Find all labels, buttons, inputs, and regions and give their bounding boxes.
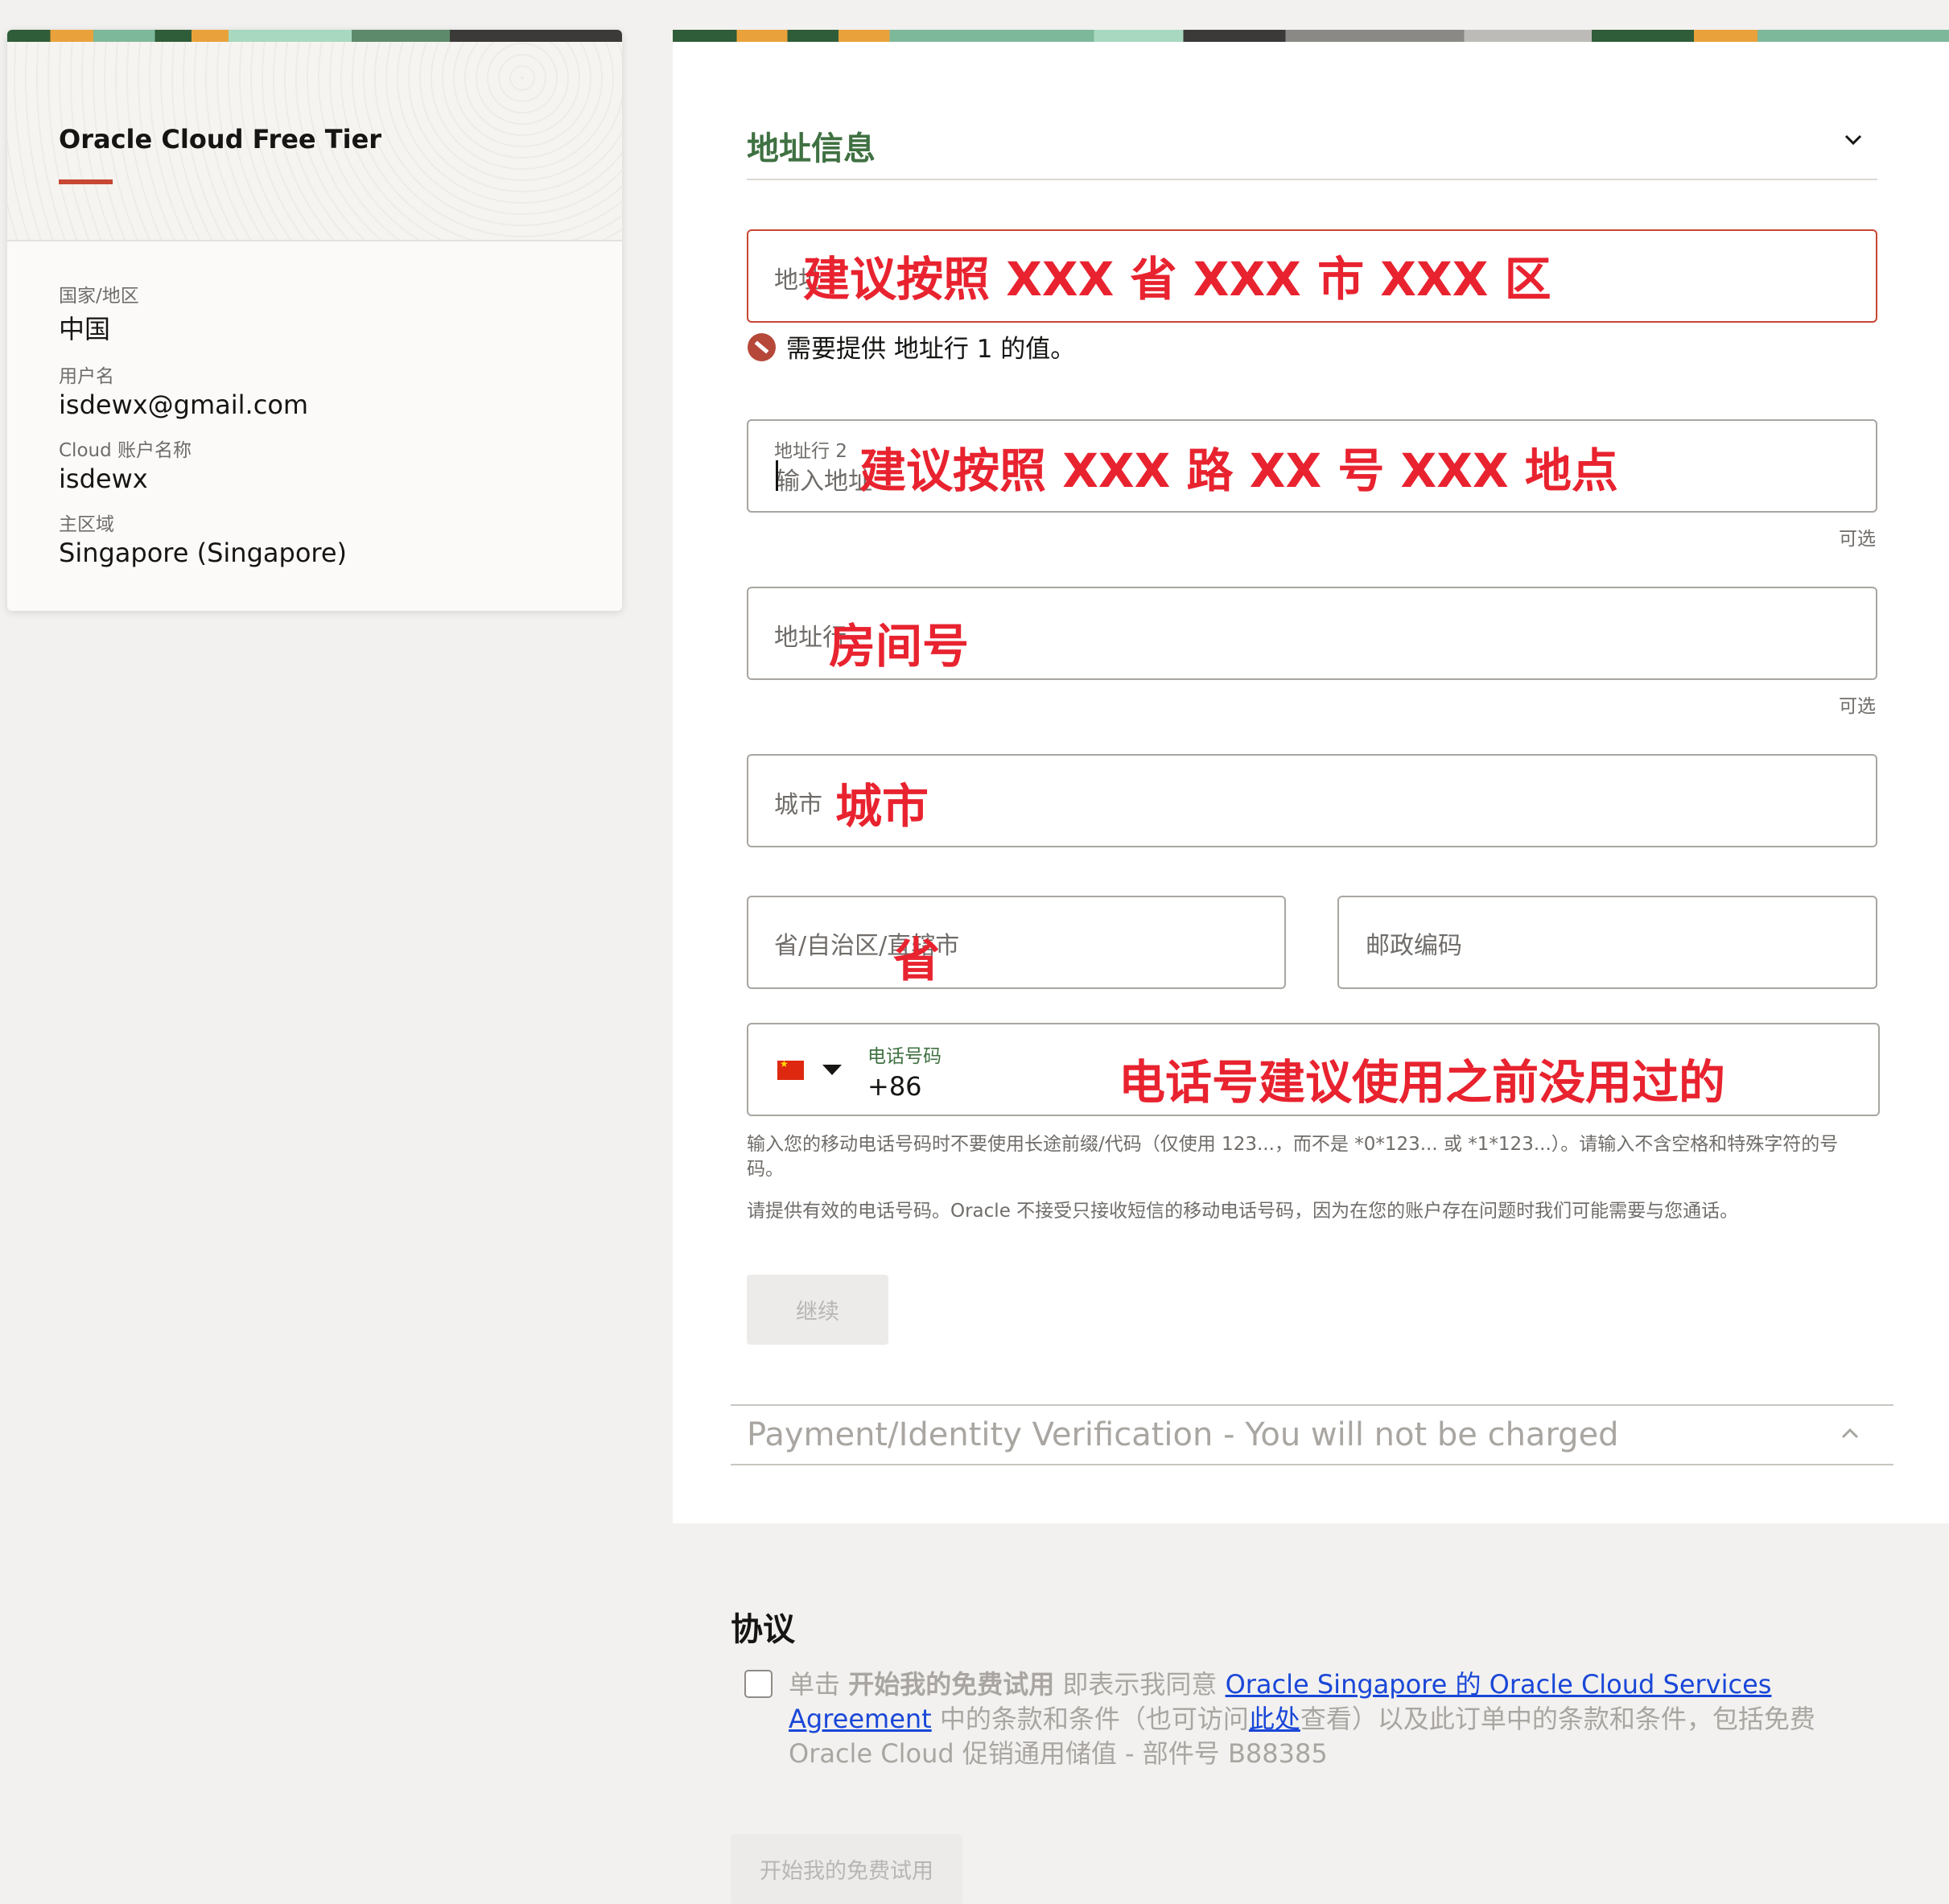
address-line-2-annotation: 建议按照 XXX 路 XX 号 XXX 地点 bbox=[859, 443, 1618, 498]
text-cursor bbox=[776, 460, 778, 491]
phone-label: 电话号码 bbox=[867, 1046, 942, 1067]
decorative-stripe bbox=[673, 30, 1949, 42]
home-region-value: Singapore (Singapore) bbox=[59, 538, 348, 568]
phone-help-text-2: 请提供有效的电话号码。Oracle 不接受只接收短信的移动电话号码，因为在您的账… bbox=[747, 1201, 1739, 1222]
address-line-2-label: 地址行 2 bbox=[774, 441, 847, 462]
home-region-label: 主区域 bbox=[59, 514, 114, 535]
payment-section-title[interactable]: Payment/Identity Verification - You will… bbox=[747, 1416, 1619, 1453]
province-annotation: 省 bbox=[893, 933, 941, 987]
username-label: 用户名 bbox=[59, 366, 114, 387]
address-line-1-error: 需要提供 地址行 1 的值。 bbox=[786, 335, 1076, 364]
section-divider bbox=[747, 179, 1877, 180]
payment-divider-bottom bbox=[731, 1464, 1893, 1465]
phone-help-text-1: 输入您的移动电话号码时不要使用长途前缀/代码（仅使用 123...，而不是 *0… bbox=[747, 1134, 1839, 1180]
city-label: 城市 bbox=[774, 791, 822, 819]
error-icon bbox=[748, 333, 776, 361]
chevron-down-icon[interactable] bbox=[1843, 129, 1864, 150]
title-accent-bar bbox=[59, 179, 113, 184]
postal-code-label: 邮政编码 bbox=[1366, 932, 1462, 960]
continue-button[interactable]: 继续 bbox=[747, 1275, 888, 1345]
here-link[interactable]: 此处 bbox=[1249, 1704, 1300, 1734]
decorative-stripe bbox=[7, 30, 622, 42]
address-line-3-annotation: 房间号 bbox=[829, 619, 970, 674]
agreement-text-bold: 开始我的免费试用 bbox=[848, 1669, 1055, 1700]
chevron-up-icon[interactable] bbox=[1840, 1423, 1860, 1449]
city-annotation: 城市 bbox=[835, 779, 929, 834]
agreement-text: 单击 开始我的免费试用 即表示我同意 Oracle Singapore 的 Or… bbox=[789, 1667, 1879, 1771]
agreement-text-part-3: 中的条款和条件（也可访问 bbox=[931, 1704, 1249, 1734]
username-value: isdewx@gmail.com bbox=[59, 389, 309, 420]
payment-divider-top bbox=[731, 1404, 1893, 1406]
country-value: 中国 bbox=[59, 314, 111, 344]
agreement-text-part-1: 单击 bbox=[789, 1669, 849, 1700]
caret-down-icon[interactable] bbox=[822, 1065, 842, 1075]
cloud-account-label: Cloud 账户名称 bbox=[59, 440, 192, 461]
agreement-checkbox[interactable] bbox=[744, 1670, 773, 1698]
summary-header: Oracle Cloud Free Tier bbox=[7, 30, 622, 241]
country-label: 国家/地区 bbox=[59, 286, 139, 307]
address-line-3-optional: 可选 bbox=[1839, 696, 1876, 717]
start-free-trial-button[interactable]: 开始我的免费试用 bbox=[731, 1834, 962, 1904]
agreement-text-part-2: 即表示我同意 bbox=[1054, 1669, 1226, 1700]
cloud-account-value: isdewx bbox=[59, 464, 148, 494]
phone-country-code: +86 bbox=[867, 1071, 922, 1102]
agreement-title: 协议 bbox=[731, 1611, 795, 1648]
summary-title: Oracle Cloud Free Tier bbox=[59, 124, 382, 155]
address-line-2-optional: 可选 bbox=[1839, 529, 1876, 550]
address-section-title[interactable]: 地址信息 bbox=[747, 122, 876, 169]
address-line-2-placeholder: 输入地址 bbox=[776, 468, 872, 496]
phone-annotation: 电话号建议使用之前没用过的 bbox=[1119, 1055, 1726, 1110]
china-flag-icon[interactable] bbox=[777, 1058, 804, 1080]
account-summary-card: Oracle Cloud Free Tier 国家/地区 中国 用户名 isde… bbox=[7, 30, 622, 611]
address-line-1-annotation: 建议按照 XXX 省 XXX 市 XXX 区 bbox=[803, 252, 1551, 307]
